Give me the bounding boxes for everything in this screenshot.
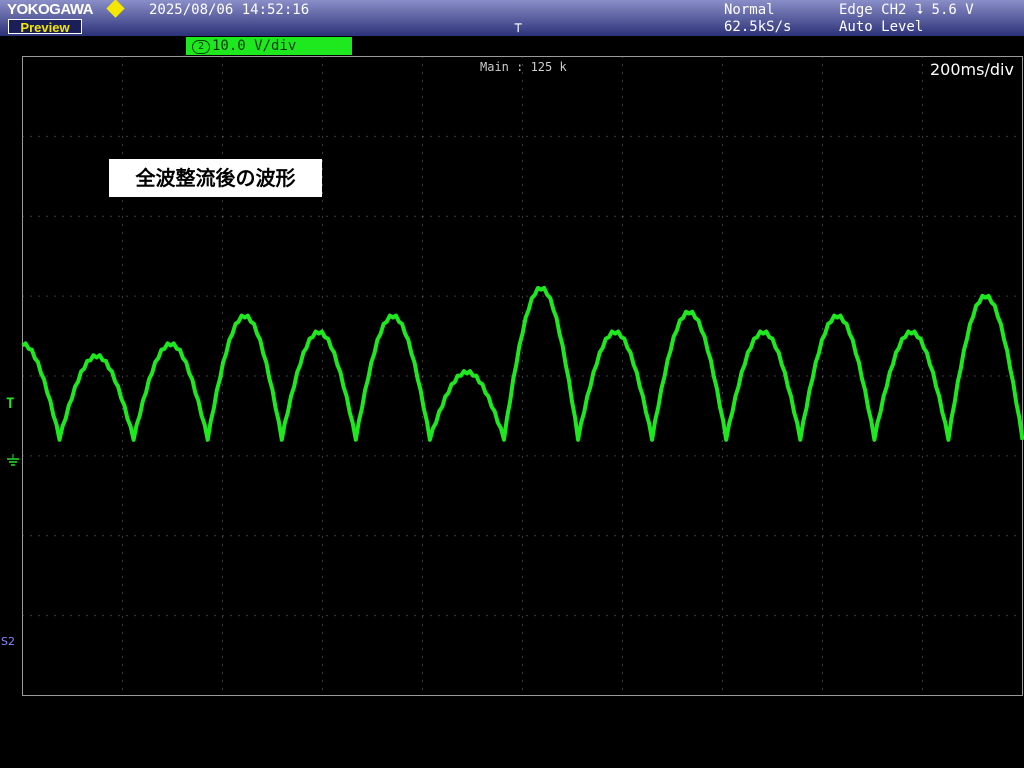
waveform-annotation: 全波整流後の波形 (109, 159, 322, 197)
grid-lines (22, 56, 1023, 696)
graticule-border (22, 56, 1023, 696)
side-label-s2: S2 (1, 635, 15, 648)
trigger-level-marker[interactable]: T (6, 396, 14, 412)
timebase-readout: 200ms/div (930, 60, 1014, 79)
main-record-label: Main : 125 k (480, 60, 567, 74)
ground-icon[interactable] (6, 454, 20, 468)
scope-graticule (21, 56, 1024, 696)
